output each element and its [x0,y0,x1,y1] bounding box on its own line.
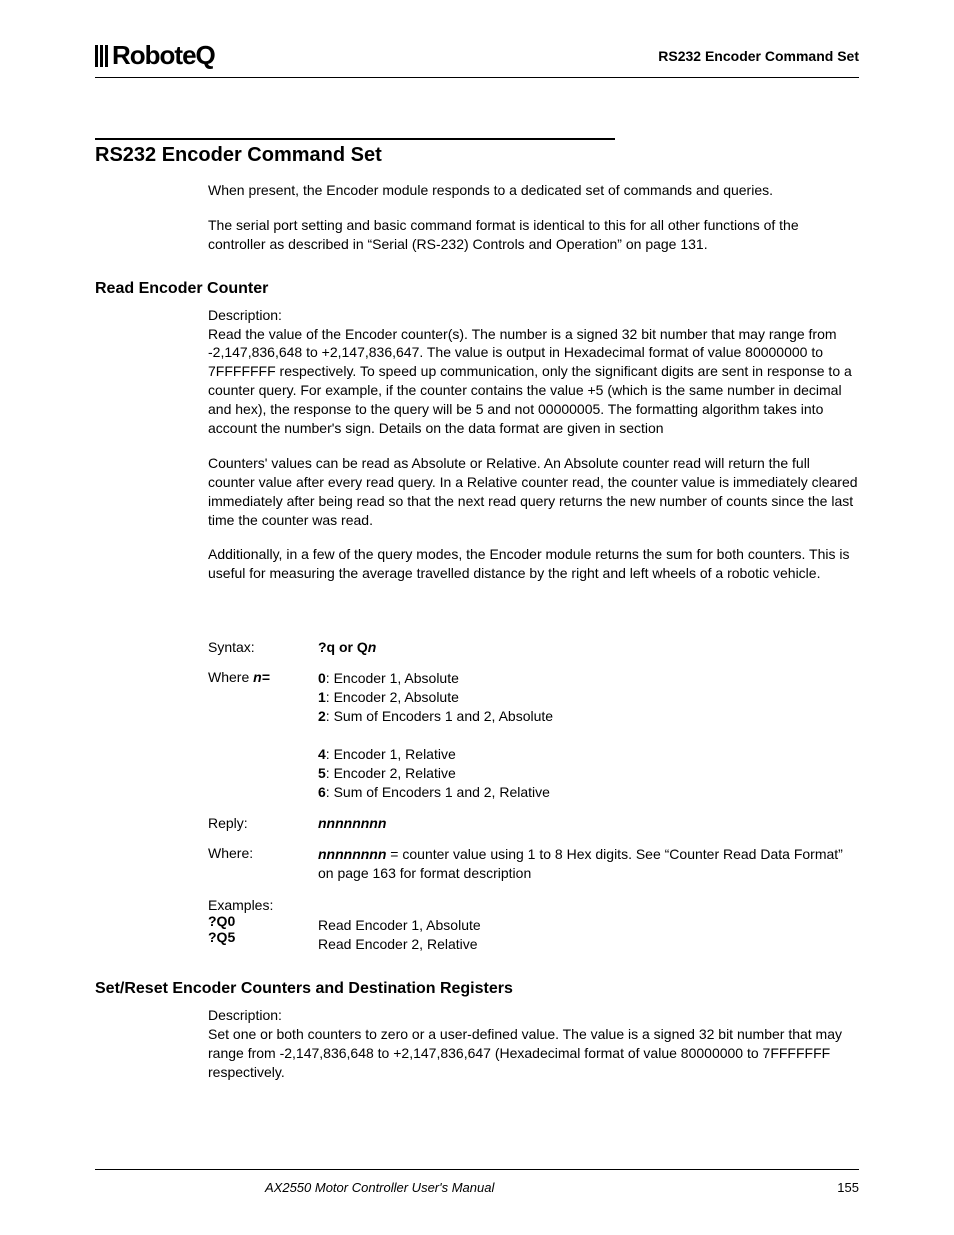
reply-label: Reply: [208,815,318,831]
logo: RoboteQ [95,40,215,71]
section2-p3: Additionally, in a few of the query mode… [208,545,859,583]
where-value-line: 6: Sum of Encoders 1 and 2, Relative [318,783,859,802]
reply-row: Reply: nnnnnnnn [208,815,859,831]
footer-page-number: 155 [837,1180,859,1195]
where-n-row: Where n= 0: Encoder 1, Absolute1: Encode… [208,669,859,801]
section2-body: Description: Read the value of the Encod… [208,306,859,584]
example1-desc: Read Encoder 1, Absolute [318,916,859,935]
where-n-label: Where n= [208,669,318,801]
section3-body: Description: Set one or both counters to… [208,1006,859,1082]
section3-p1: Set one or both counters to zero or a us… [208,1025,859,1082]
syntax-value: ?q or Qn [318,639,859,655]
syntax-label: Syntax: [208,639,318,655]
page-footer: AX2550 Motor Controller User's Manual 15… [95,1169,859,1195]
section-rule [95,138,615,140]
where-value-line: 4: Encoder 1, Relative [318,745,859,764]
section2-p1: Read the value of the Encoder counter(s)… [208,325,859,438]
where-value-line [318,726,859,745]
where-n-values: 0: Encoder 1, Absolute1: Encoder 2, Abso… [318,669,859,801]
example1-cmd: ?Q0 [208,913,318,929]
section1-p2: The serial port setting and basic comman… [208,216,859,254]
where-label: Where: [208,845,318,883]
page-header: RoboteQ RS232 Encoder Command Set [95,40,859,78]
where-value-line: 0: Encoder 1, Absolute [318,669,859,688]
section2-p2: Counters' values can be read as Absolute… [208,454,859,530]
where-value: nnnnnnnn = counter value using 1 to 8 He… [318,845,859,883]
example2-desc: Read Encoder 2, Relative [318,935,859,954]
logo-text: RoboteQ [112,40,215,71]
section1-p1: When present, the Encoder module respond… [208,181,859,200]
description-label: Description: [208,306,859,325]
where-row: Where: nnnnnnnn = counter value using 1 … [208,845,859,883]
syntax-row: Syntax: ?q or Qn [208,639,859,655]
logo-bars-icon [95,45,110,67]
where-value-line: 1: Encoder 2, Absolute [318,688,859,707]
subsection-heading-setreset: Set/Reset Encoder Counters and Destinati… [95,980,859,998]
examples-col: Examples: ?Q0 ?Q5 [208,897,318,954]
section1-body: When present, the Encoder module respond… [208,181,859,254]
examples-row: Examples: ?Q0 ?Q5 Read Encoder 1, Absolu… [208,897,859,954]
examples-desc-col: Read Encoder 1, Absolute Read Encoder 2,… [318,897,859,954]
footer-manual-title: AX2550 Motor Controller User's Manual [265,1180,494,1195]
subsection-heading-readcounter: Read Encoder Counter [95,280,859,298]
reply-value: nnnnnnnn [318,815,859,831]
description-label-2: Description: [208,1006,859,1025]
where-value-line: 5: Encoder 2, Relative [318,764,859,783]
examples-label: Examples: [208,897,318,913]
where-value-line: 2: Sum of Encoders 1 and 2, Absolute [318,707,859,726]
example2-cmd: ?Q5 [208,929,318,945]
header-title: RS232 Encoder Command Set [658,48,859,64]
section-heading-commandset: RS232 Encoder Command Set [95,144,859,167]
definition-table: Syntax: ?q or Qn Where n= 0: Encoder 1, … [208,639,859,954]
